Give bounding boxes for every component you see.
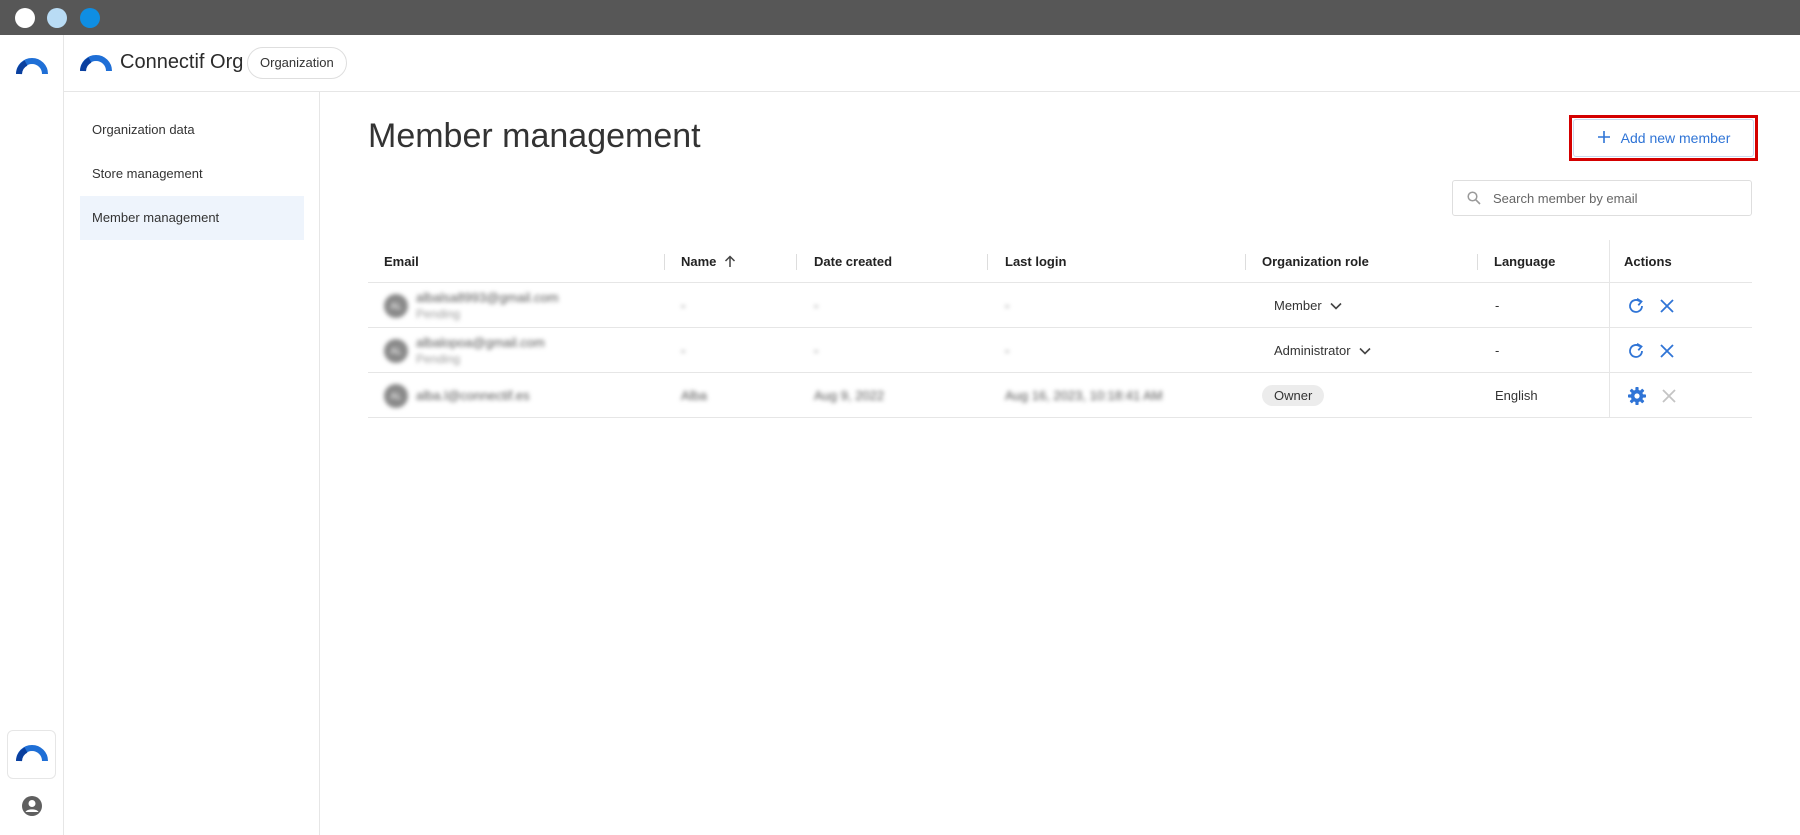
- member-language: -: [1495, 343, 1500, 358]
- row-actions: [1609, 283, 1675, 328]
- member-last-login: -: [1005, 298, 1010, 313]
- member-name: -: [681, 343, 686, 358]
- row-actions: [1609, 373, 1677, 418]
- app-rail: [0, 35, 64, 835]
- member-name: Alba: [681, 388, 708, 403]
- member-settings-gear-icon[interactable]: [1627, 386, 1647, 406]
- role-dropdown[interactable]: Administrator: [1262, 328, 1371, 373]
- window-maximize-button[interactable]: [80, 8, 100, 28]
- page-title: Member management: [368, 117, 701, 155]
- member-email-cell: AL albalsa8993@gmail.com Pending: [384, 283, 559, 328]
- window-minimize-button[interactable]: [47, 8, 67, 28]
- add-new-member-button[interactable]: Add new member: [1573, 119, 1754, 157]
- remove-member-close-icon[interactable]: [1659, 343, 1675, 359]
- connectif-logo-icon: [15, 742, 48, 767]
- settings-subnav: Organization data Store management Membe…: [64, 92, 320, 835]
- members-table: Email Name Date created Last login Organ…: [368, 240, 1752, 418]
- user-account-icon[interactable]: [21, 795, 43, 822]
- avatar: AL: [384, 293, 408, 318]
- column-header-name-label: Name: [681, 254, 717, 269]
- member-status: Pending: [416, 351, 461, 366]
- member-email-cell: AL alba.l@connectif.es: [384, 373, 530, 418]
- row-actions: [1609, 328, 1675, 373]
- member-email: albalsa8993@gmail.com: [416, 289, 559, 305]
- member-date-created: -: [814, 343, 819, 358]
- column-divider[interactable]: [1477, 254, 1478, 270]
- remove-member-close-icon[interactable]: [1659, 298, 1675, 314]
- member-date-created: Aug 9, 2022: [814, 388, 885, 403]
- account-switcher-button[interactable]: [7, 730, 56, 779]
- column-header-name[interactable]: Name: [681, 240, 736, 283]
- owner-role-chip: Owner: [1262, 385, 1325, 406]
- window-titlebar: [0, 0, 1800, 35]
- member-email-cell: AL albalopoa@gmail.com Pending: [384, 328, 545, 373]
- chevron-down-icon: [1359, 347, 1371, 355]
- plus-icon: [1597, 130, 1611, 147]
- subnav-item-store-management[interactable]: Store management: [80, 152, 304, 196]
- app-header: Connectif Org Organization: [64, 35, 1800, 92]
- column-divider[interactable]: [987, 254, 988, 270]
- column-header-last-login[interactable]: Last login: [1005, 240, 1066, 283]
- member-date-created: -: [814, 298, 819, 313]
- member-last-login: Aug 16, 2023, 10:18:41 AM: [1005, 388, 1163, 403]
- column-divider[interactable]: [664, 254, 665, 270]
- column-header-actions: Actions: [1624, 254, 1672, 269]
- column-divider[interactable]: [796, 254, 797, 270]
- org-type-badge: Organization: [247, 47, 347, 79]
- remove-member-close-icon-disabled: [1661, 388, 1677, 404]
- member-search: [1452, 180, 1752, 216]
- subnav-item-member-management[interactable]: Member management: [80, 196, 304, 240]
- column-header-organization-role[interactable]: Organization role: [1262, 240, 1369, 283]
- table-row: AL albalopoa@gmail.com Pending - - - Adm…: [368, 328, 1752, 373]
- member-status: Pending: [416, 306, 461, 321]
- org-name: Connectif Org: [120, 51, 244, 73]
- search-icon: [1467, 191, 1481, 205]
- role-dropdown[interactable]: Member: [1262, 283, 1342, 328]
- member-email: alba.l@connectif.es: [416, 388, 530, 403]
- column-header-language[interactable]: Language: [1494, 240, 1555, 283]
- member-last-login: -: [1005, 343, 1010, 358]
- resend-invite-refresh-icon[interactable]: [1627, 297, 1645, 315]
- connectif-logo-icon: [80, 52, 112, 77]
- member-name: -: [681, 298, 686, 313]
- member-language: -: [1495, 298, 1500, 313]
- table-row: AL alba.l@connectif.es Alba Aug 9, 2022 …: [368, 373, 1752, 418]
- table-row: AL albalsa8993@gmail.com Pending - - - M…: [368, 283, 1752, 328]
- resend-invite-refresh-icon[interactable]: [1627, 342, 1645, 360]
- member-email: albalopoa@gmail.com: [416, 334, 545, 350]
- add-new-member-label: Add new member: [1620, 130, 1731, 146]
- subnav-item-organization-data[interactable]: Organization data: [80, 108, 304, 152]
- avatar: AL: [384, 338, 408, 363]
- connectif-logo-icon[interactable]: [16, 55, 48, 80]
- column-header-date-created[interactable]: Date created: [814, 240, 892, 283]
- column-divider[interactable]: [1245, 254, 1246, 270]
- avatar: AL: [384, 383, 408, 408]
- role-dropdown-value: Administrator: [1274, 343, 1351, 358]
- search-member-input[interactable]: [1493, 190, 1733, 206]
- table-header: Email Name Date created Last login Organ…: [368, 240, 1752, 283]
- role-dropdown-value: Member: [1274, 298, 1322, 313]
- member-language: English: [1495, 388, 1538, 403]
- column-header-email[interactable]: Email: [384, 240, 419, 283]
- role-cell: Owner: [1262, 373, 1325, 418]
- window-close-button[interactable]: [15, 8, 35, 28]
- chevron-down-icon: [1330, 302, 1342, 310]
- sort-ascending-icon: [724, 255, 736, 268]
